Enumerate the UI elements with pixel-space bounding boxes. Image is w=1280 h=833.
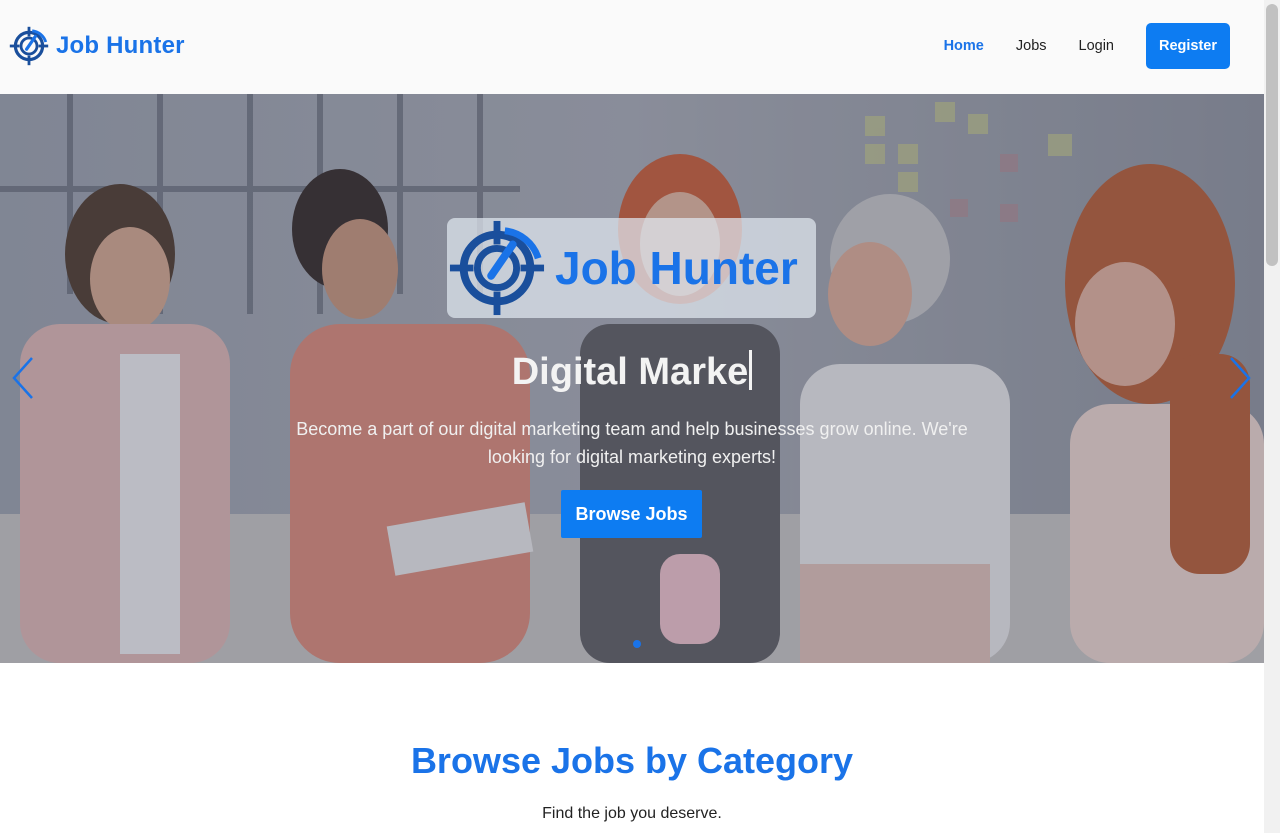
vertical-scrollbar[interactable] (1264, 0, 1280, 833)
nav-login[interactable]: Login (1079, 38, 1114, 54)
hero-logo: Job Hunter (447, 218, 816, 318)
hero-title-text: Digital Marke (511, 351, 749, 393)
target-logo-icon (449, 220, 545, 316)
typing-caret (749, 350, 753, 390)
target-logo-icon (9, 26, 49, 66)
carousel-indicator[interactable] (633, 640, 641, 648)
brand-link[interactable]: Job Hunter (9, 26, 185, 66)
brand-name: Job Hunter (56, 32, 185, 59)
section-subtitle: Find the job you deserve. (542, 805, 722, 822)
nav-home[interactable]: Home (944, 38, 984, 54)
register-button[interactable]: Register (1146, 23, 1230, 69)
browse-jobs-button[interactable]: Browse Jobs (561, 490, 702, 538)
section-title: Browse Jobs by Category (410, 740, 854, 781)
main-nav: Home Jobs Login Register (944, 23, 1230, 69)
nav-jobs[interactable]: Jobs (1016, 38, 1047, 54)
chevron-left-icon[interactable] (10, 356, 36, 400)
hero-carousel: Job Hunter Digital Marke Become a part o… (0, 94, 1264, 663)
chevron-right-icon[interactable] (1227, 356, 1253, 400)
hero-title: Digital Marke (0, 350, 1264, 394)
scrollbar-thumb[interactable] (1266, 4, 1278, 266)
carousel-indicators (0, 640, 1264, 648)
hero-description: Become a part of our digital marketing t… (296, 419, 968, 467)
navbar: Job Hunter Home Jobs Login Register (0, 0, 1264, 94)
hero-logo-text: Job Hunter (555, 242, 798, 294)
